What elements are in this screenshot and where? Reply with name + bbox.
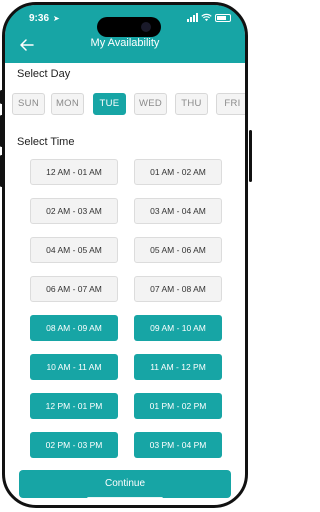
- battery-icon: [215, 13, 231, 22]
- page-title: My Availability: [90, 37, 160, 49]
- time-slot[interactable]: 06 AM - 07 AM: [30, 276, 118, 302]
- day-tab-mon[interactable]: MON: [51, 93, 84, 115]
- day-tab-sun[interactable]: SUN: [12, 93, 45, 115]
- time-slot[interactable]: 07 AM - 08 AM: [134, 276, 222, 302]
- time-slot-selected[interactable]: 10 AM - 11 AM: [30, 354, 118, 380]
- camera-icon: [141, 22, 151, 32]
- home-indicator: [87, 497, 163, 500]
- dynamic-island: [97, 17, 161, 37]
- time-slot[interactable]: 12 AM - 01 AM: [30, 159, 118, 185]
- time-slot[interactable]: 05 AM - 06 AM: [134, 237, 222, 263]
- time-slot-selected[interactable]: 08 AM - 09 AM: [30, 315, 118, 341]
- select-day-heading: Select Day: [17, 68, 71, 80]
- day-tab-tue[interactable]: TUE: [93, 93, 126, 115]
- app-header: 9:36 ➤ My Availability: [5, 5, 245, 63]
- mute-switch: [0, 90, 3, 104]
- time-slot-selected[interactable]: 02 PM - 03 PM: [30, 432, 118, 458]
- time-slot[interactable]: 03 AM - 04 AM: [134, 198, 222, 224]
- wifi-icon: [201, 13, 212, 22]
- time-slot-selected[interactable]: 01 PM - 02 PM: [134, 393, 222, 419]
- location-arrow-icon: ➤: [53, 14, 60, 23]
- day-tab-fri[interactable]: FRI: [216, 93, 245, 115]
- time-slot[interactable]: 04 AM - 05 AM: [30, 237, 118, 263]
- status-bar: 9:36 ➤: [5, 13, 245, 37]
- time-slot-selected[interactable]: 12 PM - 01 PM: [30, 393, 118, 419]
- power-button: [249, 130, 252, 182]
- time-slot[interactable]: 01 AM - 02 AM: [134, 159, 222, 185]
- continue-button[interactable]: Continue: [19, 470, 231, 498]
- day-tab-thu[interactable]: THU: [175, 93, 208, 115]
- time-slot[interactable]: 02 AM - 03 AM: [30, 198, 118, 224]
- volume-up-button: [0, 115, 3, 147]
- signal-icon: [187, 13, 198, 22]
- phone-device: 9:36 ➤ My Availability Select Day SUN MO…: [0, 0, 252, 512]
- select-time-heading: Select Time: [17, 136, 75, 148]
- time-slot-selected[interactable]: 11 AM - 12 PM: [134, 354, 222, 380]
- time-slot-selected[interactable]: 09 AM - 10 AM: [134, 315, 222, 341]
- volume-down-button: [0, 155, 3, 187]
- app-screen: 9:36 ➤ My Availability Select Day SUN MO…: [5, 5, 245, 505]
- day-tab-wed[interactable]: WED: [134, 93, 167, 115]
- status-icons: [187, 13, 231, 22]
- time-slot-selected[interactable]: 03 PM - 04 PM: [134, 432, 222, 458]
- day-selector: SUN MON TUE WED THU FRI: [12, 93, 245, 115]
- status-time: 9:36: [29, 13, 50, 24]
